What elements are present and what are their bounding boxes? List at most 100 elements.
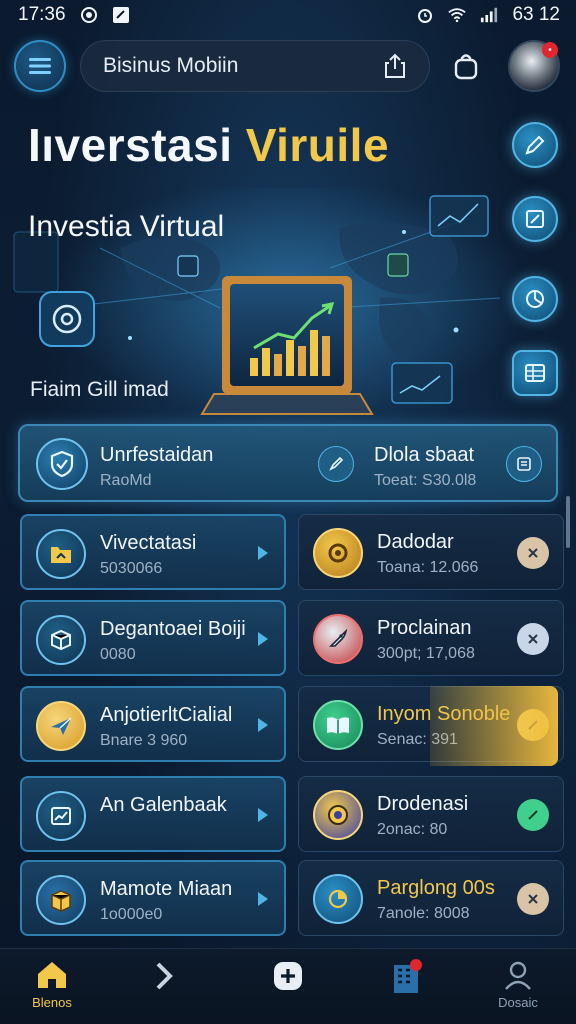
card-subtitle: Toana: 12.066 (377, 559, 479, 576)
featured-title: Unrfestaidan (100, 444, 214, 466)
nav-home[interactable]: Blenos (12, 959, 92, 1021)
pen-icon (525, 135, 545, 155)
card-subtitle: 1o000e0 (100, 906, 163, 923)
nav-profile-label: Dosaic (498, 995, 538, 1010)
share-icon (385, 53, 405, 78)
add-icon (274, 962, 302, 990)
document-icon (517, 457, 531, 471)
hero-caption: Fiaim Gill imad (30, 378, 169, 401)
pie-icon (313, 874, 363, 924)
document-icon (526, 210, 544, 228)
nav-add[interactable] (248, 959, 328, 1021)
card-subtitle: 5030066 (100, 560, 163, 577)
chart-button[interactable] (512, 276, 558, 322)
investment-card[interactable]: AnjotierltCialial Bnare 3 960 (20, 686, 286, 762)
action-icon (528, 548, 538, 558)
rocket-icon (313, 614, 363, 664)
card-action-button[interactable] (517, 537, 549, 569)
chart-icon (36, 791, 86, 841)
featured-doc-button[interactable] (506, 446, 542, 482)
card-title: Proclainan (377, 617, 472, 639)
nav-home-label: Blenos (32, 995, 72, 1010)
shield-icon (36, 438, 88, 490)
share-button[interactable] (381, 52, 409, 80)
bag-icon (454, 54, 478, 80)
page-subtitle: Investia Virtual (28, 210, 225, 243)
box-icon (36, 615, 86, 665)
featured-edit-button[interactable] (318, 446, 354, 482)
wifi-icon (448, 6, 467, 24)
card-subtitle: Bnare 3 960 (100, 732, 188, 749)
card-title: Vivectatasi (100, 532, 197, 554)
search-label: Bisinus Mobiin (103, 54, 239, 77)
card-action-button[interactable] (517, 883, 549, 915)
card-title: Parglong 00s (377, 877, 495, 899)
investment-card[interactable]: Mamote Miaan 1o000e0 (20, 860, 286, 936)
book-icon (313, 700, 363, 750)
card-subtitle: 300pt; 17,068 (377, 645, 475, 662)
investment-card[interactable]: Degantoaei Boiji 0080 (20, 600, 286, 676)
featured-right-subtitle: Toeat: S30.0l8 (374, 472, 477, 489)
status-bar: 17:36 63 12 (0, 0, 576, 30)
featured-right-title: Dlola sbaat (374, 444, 475, 466)
home-icon (38, 962, 66, 988)
investment-card[interactable]: Drodenasi 2onac: 80 (298, 776, 564, 852)
card-action-button[interactable] (517, 799, 549, 831)
notification-icon (112, 6, 130, 24)
search-bar[interactable]: Bisinus Mobiin (80, 40, 430, 92)
scrollbar[interactable] (566, 496, 570, 548)
edit-button[interactable] (512, 122, 558, 168)
investment-card[interactable]: Vivectatasi 5030066 (20, 514, 286, 590)
action-icon (528, 810, 538, 820)
bottom-nav: Blenos Dosaic (0, 948, 576, 1024)
nav-next[interactable] (124, 959, 204, 1021)
record-icon (80, 6, 98, 24)
nav-buildings[interactable] (366, 959, 446, 1021)
menu-icon (29, 58, 51, 74)
investment-card[interactable]: Dadodar Toana: 12.066 (298, 514, 564, 590)
nav-profile[interactable]: Dosaic (478, 959, 558, 1021)
alarm-icon (416, 6, 434, 24)
chevron-right-icon[interactable] (256, 890, 270, 908)
page-title: Iıverstasi Viruile (28, 119, 390, 171)
card-title: Dadodar (377, 531, 454, 553)
user-icon (505, 961, 531, 990)
card-action-button[interactable] (517, 623, 549, 655)
notification-badge: • (542, 42, 558, 58)
document-button[interactable] (512, 196, 558, 242)
status-time: 17:36 (18, 4, 66, 25)
menu-button[interactable] (14, 40, 66, 92)
card-subtitle: 0080 (100, 646, 136, 663)
card-title: An Galenbaak (100, 794, 227, 816)
chevron-right-icon[interactable] (256, 630, 270, 648)
table-button[interactable] (512, 350, 558, 396)
pie-chart-icon (526, 290, 544, 308)
folder-icon (36, 529, 86, 579)
card-title: AnjotierltCialial (100, 704, 233, 726)
card-title: Mamote Miaan (100, 878, 233, 900)
avatar[interactable]: • (508, 40, 560, 92)
package-icon (36, 875, 86, 925)
top-header: Bisinus Mobiin • (14, 38, 562, 94)
chevron-right-icon[interactable] (256, 716, 270, 734)
investment-card[interactable]: Parglong 00s 7anole: 8008 (298, 860, 564, 936)
investment-card[interactable]: Proclainan 300pt; 17,068 (298, 600, 564, 676)
gear-coin-icon (313, 528, 363, 578)
table-icon (525, 364, 545, 382)
card-subtitle: 7anole: 8008 (377, 905, 470, 922)
investment-card[interactable]: An Galenbaak (20, 776, 286, 852)
app-screen: 17:36 63 12 Bisinus Mobiin • Iıverstasi … (0, 0, 576, 1024)
plane-icon (36, 701, 86, 751)
chevron-right-icon[interactable] (256, 806, 270, 824)
featured-subtitle: RaoMd (100, 472, 152, 489)
building-icon (394, 959, 422, 993)
bag-button[interactable] (450, 50, 482, 82)
signal-icon (480, 6, 498, 24)
chevron-right-icon[interactable] (256, 544, 270, 562)
card-title: Degantoaei Boiji (100, 618, 246, 640)
card-title: Drodenasi (377, 793, 469, 815)
featured-card[interactable]: Unrfestaidan RaoMd Dlola sbaat Toeat: S3… (18, 424, 558, 502)
action-icon (528, 634, 538, 644)
action-icon (528, 894, 538, 904)
chevron-right-icon (156, 962, 173, 990)
